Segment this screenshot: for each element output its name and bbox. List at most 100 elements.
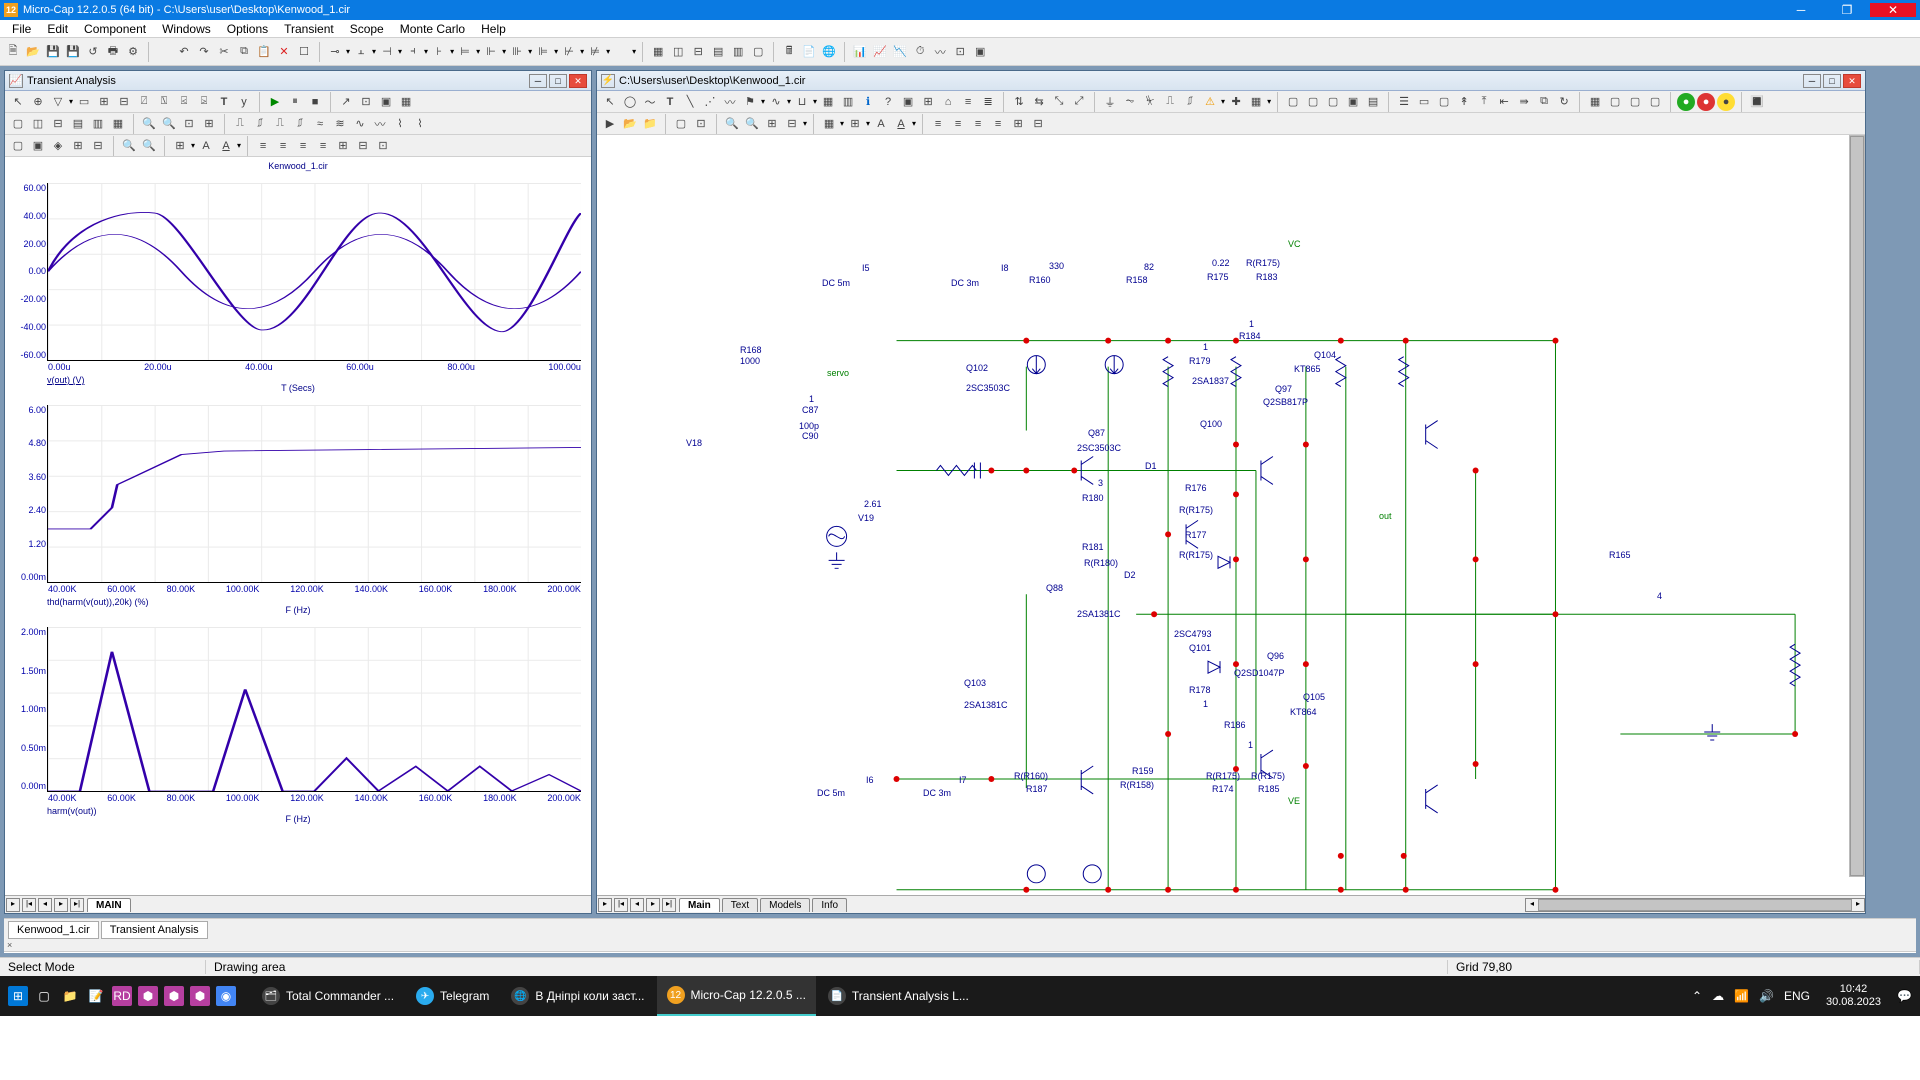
c4-icon[interactable]: ⎎	[291, 115, 309, 133]
plus-icon[interactable]: ✚	[1227, 93, 1245, 111]
calc-icon[interactable]: 🖩	[780, 43, 798, 61]
wrn-icon[interactable]: ●	[1717, 93, 1735, 111]
t2f-icon[interactable]: ▦	[109, 115, 127, 133]
menu-edit[interactable]: Edit	[39, 22, 76, 36]
taskbar-app-totalcmd[interactable]: 🗂Total Commander ...	[252, 976, 404, 1016]
right-tab-text[interactable]: Text	[722, 898, 758, 912]
n1-icon[interactable]: ∿	[767, 93, 785, 111]
open-icon[interactable]: 📂	[24, 43, 42, 61]
d3-icon[interactable]: ▢	[1324, 93, 1342, 111]
i-icon[interactable]: ℹ	[859, 93, 877, 111]
e4-icon[interactable]: ↟	[1455, 93, 1473, 111]
tray-icon-4[interactable]: ENG	[1784, 989, 1810, 1003]
new-icon[interactable]: 🗎	[4, 43, 22, 61]
redo-icon[interactable]: ↷	[195, 43, 213, 61]
t3a-icon[interactable]: ▢	[9, 137, 27, 155]
t2b-icon[interactable]: ◫	[29, 115, 47, 133]
t3g-icon[interactable]: 🔍	[140, 137, 158, 155]
zout-icon[interactable]: 🔍	[160, 115, 178, 133]
undo-icon[interactable]: ↶	[175, 43, 193, 61]
tabnav2-last-icon[interactable]: ▸|	[662, 898, 676, 912]
al4-icon[interactable]: ≡	[314, 137, 332, 155]
al7-icon[interactable]: ⊡	[374, 137, 392, 155]
d2-icon[interactable]: ▢	[1304, 93, 1322, 111]
saveall-icon[interactable]: 💾	[64, 43, 82, 61]
al2-icon[interactable]: ≡	[274, 137, 292, 155]
s3-icon2[interactable]: ⤡	[1050, 93, 1068, 111]
e3-icon[interactable]: ▢	[1435, 93, 1453, 111]
s2-icon[interactable]: ▦	[397, 93, 415, 111]
sc5-icon[interactable]: ⎎	[1181, 93, 1199, 111]
copy-icon[interactable]: ⧉	[235, 43, 253, 61]
al5-icon[interactable]: ⊞	[334, 137, 352, 155]
menu-montecarlo[interactable]: Monte Carlo	[392, 22, 473, 36]
run-icon[interactable]: ▶	[266, 93, 284, 111]
d5-icon[interactable]: ▤	[1364, 93, 1382, 111]
plot2[interactable]: 6.004.803.602.401.200.00m 40.00K60.00K80…	[47, 405, 581, 583]
tag-icon[interactable]: ▭	[75, 93, 93, 111]
t2-6-icon[interactable]: 🔍	[723, 115, 741, 133]
select-icon[interactable]: ↖	[9, 93, 27, 111]
flag-icon[interactable]: ⚑	[741, 93, 759, 111]
t2e-icon[interactable]: ▥	[89, 115, 107, 133]
comp1-icon[interactable]: ⊸	[326, 43, 344, 61]
schematic-titlebar[interactable]: ⚡ C:\Users\user\Desktop\Kenwood_1.cir ─ …	[597, 71, 1865, 91]
win6-icon[interactable]: ▢	[749, 43, 767, 61]
revert-icon[interactable]: ↺	[84, 43, 102, 61]
menu-file[interactable]: File	[4, 22, 39, 36]
a5-icon[interactable]: 〰	[931, 43, 949, 61]
ls-icon[interactable]: ≡	[959, 93, 977, 111]
home-icon[interactable]: ⌂	[939, 93, 957, 111]
p2-icon[interactable]: ⊟	[115, 93, 133, 111]
win5-icon[interactable]: ▥	[729, 43, 747, 61]
s2-icon2[interactable]: ⇆	[1030, 93, 1048, 111]
taskbar-ide3-icon[interactable]: ⬢	[190, 986, 210, 1006]
left-tab-main[interactable]: MAIN	[87, 898, 131, 912]
sp-icon[interactable]: ⊞	[919, 93, 937, 111]
taskbar-ide1-icon[interactable]: ⬢	[138, 986, 158, 1006]
e6-icon[interactable]: ⇤	[1495, 93, 1513, 111]
t2-A2-icon[interactable]: A	[892, 115, 910, 133]
c5-icon[interactable]: ≈	[311, 115, 329, 133]
rs-icon[interactable]: ≣	[979, 93, 997, 111]
comp3-icon[interactable]: ⊣	[378, 43, 396, 61]
taskbar-explorer-icon[interactable]: 📁	[60, 986, 80, 1006]
transient-window-titlebar[interactable]: 📈 Transient Analysis ─ □ ✕	[5, 71, 591, 91]
win1-icon[interactable]: ▦	[649, 43, 667, 61]
comp6-icon[interactable]: ⊨	[456, 43, 474, 61]
help-icon[interactable]: 📄	[800, 43, 818, 61]
mdi-close2-icon[interactable]: ✕	[1843, 74, 1861, 88]
f4-icon[interactable]: ▢	[1646, 93, 1664, 111]
comp2-icon[interactable]: ⫠	[352, 43, 370, 61]
mdi-max2-icon[interactable]: □	[1823, 74, 1841, 88]
t3b-icon[interactable]: ▣	[29, 137, 47, 155]
c8-icon[interactable]: 〰	[371, 115, 389, 133]
tray-icon-0[interactable]: ⌃	[1692, 989, 1702, 1003]
taskbar-notepad-icon[interactable]: 📝	[86, 986, 106, 1006]
close-strip[interactable]: ×	[4, 940, 1916, 952]
t2-3-icon[interactable]: 📁	[641, 115, 659, 133]
p4-icon[interactable]: ⍂	[155, 93, 173, 111]
tabnav2-back-icon[interactable]: ◂	[630, 898, 644, 912]
p5-icon[interactable]: ⍃	[175, 93, 193, 111]
al6-icon[interactable]: ⊟	[354, 137, 372, 155]
pause-icon[interactable]: ⏸	[286, 93, 304, 111]
menu-component[interactable]: Component	[76, 22, 154, 36]
c10-icon[interactable]: ⌇	[411, 115, 429, 133]
taskbar-chrome-icon[interactable]: ◉	[216, 986, 236, 1006]
tray-icon-3[interactable]: 🔊	[1759, 989, 1774, 1003]
taskbar-app-telegram[interactable]: ✈Telegram	[406, 976, 499, 1016]
comp10-icon[interactable]: ⊬	[560, 43, 578, 61]
cut-icon[interactable]: ✂	[215, 43, 233, 61]
s1-icon2[interactable]: ⇅	[1010, 93, 1028, 111]
a7-icon[interactable]: ▣	[971, 43, 989, 61]
t2-11-icon[interactable]: ⊞	[846, 115, 864, 133]
comp8-icon[interactable]: ⊪	[508, 43, 526, 61]
e2-icon[interactable]: ▭	[1415, 93, 1433, 111]
mdi-min2-icon[interactable]: ─	[1803, 74, 1821, 88]
s4-icon2[interactable]: ⤢	[1070, 93, 1088, 111]
t2-al1-icon[interactable]: ≡	[929, 115, 947, 133]
t2d-icon[interactable]: ▤	[69, 115, 87, 133]
tabnav-fwd-icon[interactable]: ▸	[54, 898, 68, 912]
taskbar-app-doc[interactable]: 📄Transient Analysis L...	[818, 976, 979, 1016]
